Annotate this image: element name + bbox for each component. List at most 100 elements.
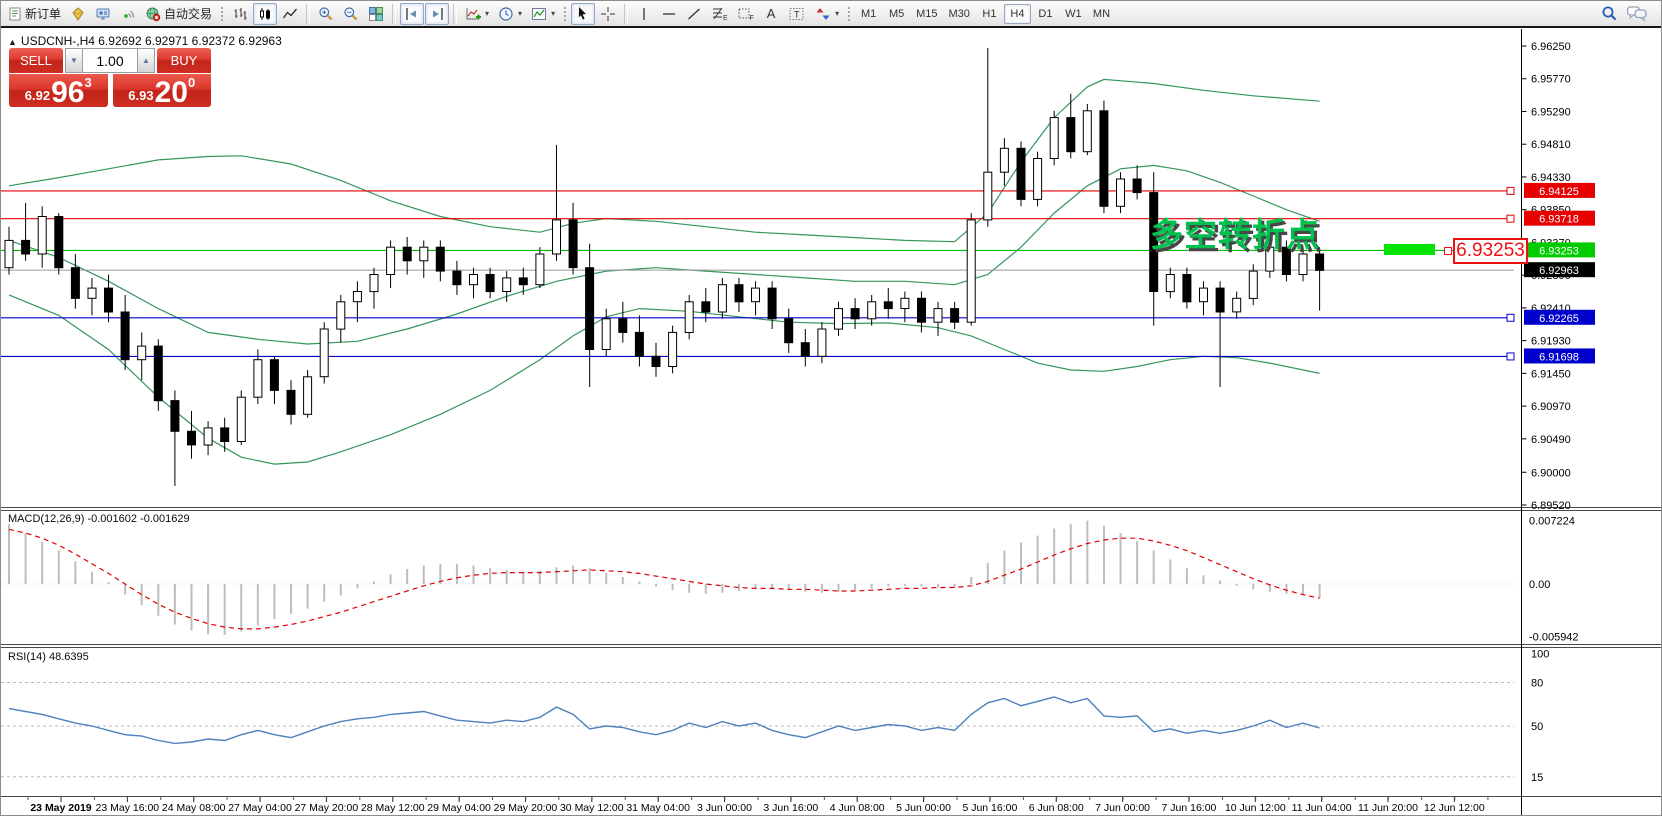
price-tick-label: 6.91930 <box>1531 336 1571 348</box>
navigator-button[interactable] <box>91 3 115 25</box>
chart-title-text: USDCNH-,H4 6.92692 6.92971 6.92372 6.929… <box>21 34 282 48</box>
sell-button[interactable]: SELL <box>9 48 63 73</box>
signals-button[interactable] <box>116 3 140 25</box>
candle <box>569 220 577 268</box>
candle <box>1117 179 1125 206</box>
line-handle[interactable] <box>1507 187 1514 194</box>
fibonacci-tool-button[interactable]: E <box>707 3 732 25</box>
price-tick-label: 6.90490 <box>1531 434 1571 446</box>
time-label: 7 Jun 16:00 <box>1162 802 1217 814</box>
timeframe-button-mn[interactable]: MN <box>1088 4 1115 24</box>
text-label-tool-button[interactable]: T <box>784 3 810 25</box>
candles-layer <box>5 48 1324 486</box>
candle <box>1200 288 1208 302</box>
timeframe-button-h4[interactable]: H4 <box>1004 4 1031 24</box>
candle <box>619 319 627 333</box>
auto-scroll-icon <box>429 6 445 22</box>
periods-button[interactable]: ▾ <box>494 3 526 25</box>
line-chart-mode-button[interactable] <box>278 3 302 25</box>
sell-price-button[interactable]: 6.92 96 3 <box>9 74 108 107</box>
timeframe-button-m5[interactable]: M5 <box>883 4 910 24</box>
bar-chart-mode-button[interactable] <box>228 3 252 25</box>
toolbar-grip[interactable] <box>220 5 224 23</box>
price-tick-label: 6.95770 <box>1531 74 1571 86</box>
terminal-window: 新订单 <box>0 0 1662 816</box>
sell-price-prefix: 6.92 <box>25 88 50 103</box>
toolbar-grip[interactable] <box>847 5 851 23</box>
annotation-text[interactable]: 多空转折点 <box>1150 208 1320 256</box>
buy-price-button[interactable]: 6.93 20 0 <box>113 74 212 107</box>
candle <box>1000 148 1008 172</box>
macd-pane-label: MACD(12,26,9) -0.001602 -0.001629 <box>8 513 190 525</box>
price-chip-label: 6.93253 <box>1539 245 1579 257</box>
trendline-tool-button[interactable] <box>682 3 706 25</box>
chevron-down-icon: ▾ <box>835 9 839 18</box>
collapse-arrow-icon[interactable]: ▲ <box>8 37 17 47</box>
candle <box>735 285 743 302</box>
timeframe-button-h1[interactable]: H1 <box>976 4 1003 24</box>
price-chip-label: 6.92963 <box>1539 265 1579 277</box>
chart-canvas[interactable]: 6.962506.957706.952906.948106.943306.938… <box>1 28 1662 816</box>
price-callout-label[interactable]: 6.93253 <box>1453 238 1528 264</box>
chart-shift-button[interactable] <box>400 3 424 25</box>
time-label: 29 May 04:00 <box>427 802 491 814</box>
time-label: 23 May 2019 <box>30 802 91 814</box>
candle <box>1316 254 1324 270</box>
new-order-icon <box>8 7 22 21</box>
zoom-in-button[interactable] <box>314 3 338 25</box>
auto-scroll-button[interactable] <box>425 3 449 25</box>
clock-icon <box>498 6 514 22</box>
time-label: 30 May 12:00 <box>560 802 624 814</box>
vertical-line-tool-button[interactable] <box>632 3 656 25</box>
bar-chart-icon <box>232 6 248 22</box>
tile-windows-icon <box>368 6 384 22</box>
line-handle[interactable] <box>1507 314 1514 321</box>
volume-value[interactable]: 1.00 <box>83 48 137 73</box>
candle <box>38 217 46 255</box>
search-icon[interactable] <box>1601 5 1618 22</box>
horizontal-line-tool-button[interactable] <box>657 3 681 25</box>
sell-price-sup: 3 <box>84 75 91 90</box>
volume-decrease-button[interactable]: ▼ <box>65 48 83 73</box>
chat-icon[interactable] <box>1626 5 1648 22</box>
toolbar-separator <box>306 4 310 24</box>
autotrading-button[interactable]: 自动交易 <box>141 3 216 25</box>
text-tool-button[interactable]: A <box>759 3 783 25</box>
candle <box>5 240 13 267</box>
indicators-button[interactable]: ▾ <box>461 3 493 25</box>
candle <box>486 275 494 292</box>
line-handle[interactable] <box>1507 215 1514 222</box>
candle <box>1050 118 1058 159</box>
candle <box>1216 288 1224 312</box>
volume-increase-button[interactable]: ▲ <box>137 48 155 73</box>
grid-tool-button[interactable]: F <box>733 3 758 25</box>
trend-segment-object[interactable] <box>1384 244 1435 255</box>
timeframe-button-m1[interactable]: M1 <box>855 4 882 24</box>
tile-windows-button[interactable] <box>364 3 388 25</box>
timeframe-button-m30[interactable]: M30 <box>944 4 975 24</box>
price-chip-label: 6.94125 <box>1539 186 1579 198</box>
templates-button[interactable]: ▾ <box>527 3 559 25</box>
candle <box>105 288 113 312</box>
candle-chart-mode-button[interactable] <box>253 3 277 25</box>
crosshair-tool-button[interactable] <box>596 3 620 25</box>
timeframe-button-d1[interactable]: D1 <box>1032 4 1059 24</box>
toolbar-grip[interactable] <box>563 5 567 23</box>
line-handle[interactable] <box>1507 353 1514 360</box>
timeframe-button-w1[interactable]: W1 <box>1060 4 1087 24</box>
candle <box>270 360 278 391</box>
cursor-tool-button[interactable] <box>571 3 595 25</box>
new-order-button[interactable]: 新订单 <box>4 3 65 25</box>
candle <box>1299 254 1307 275</box>
candle <box>785 319 793 343</box>
toolbar-separator <box>624 4 628 24</box>
candle <box>1100 111 1108 207</box>
time-label: 29 May 20:00 <box>494 802 558 814</box>
price-tick-label: 6.96250 <box>1531 41 1571 53</box>
buy-button[interactable]: BUY <box>157 48 211 73</box>
zoom-out-button[interactable] <box>339 3 363 25</box>
candle <box>337 302 345 329</box>
market-watch-button[interactable] <box>66 3 90 25</box>
arrows-tool-button[interactable]: ▾ <box>811 3 843 25</box>
timeframe-button-m15[interactable]: M15 <box>911 4 942 24</box>
